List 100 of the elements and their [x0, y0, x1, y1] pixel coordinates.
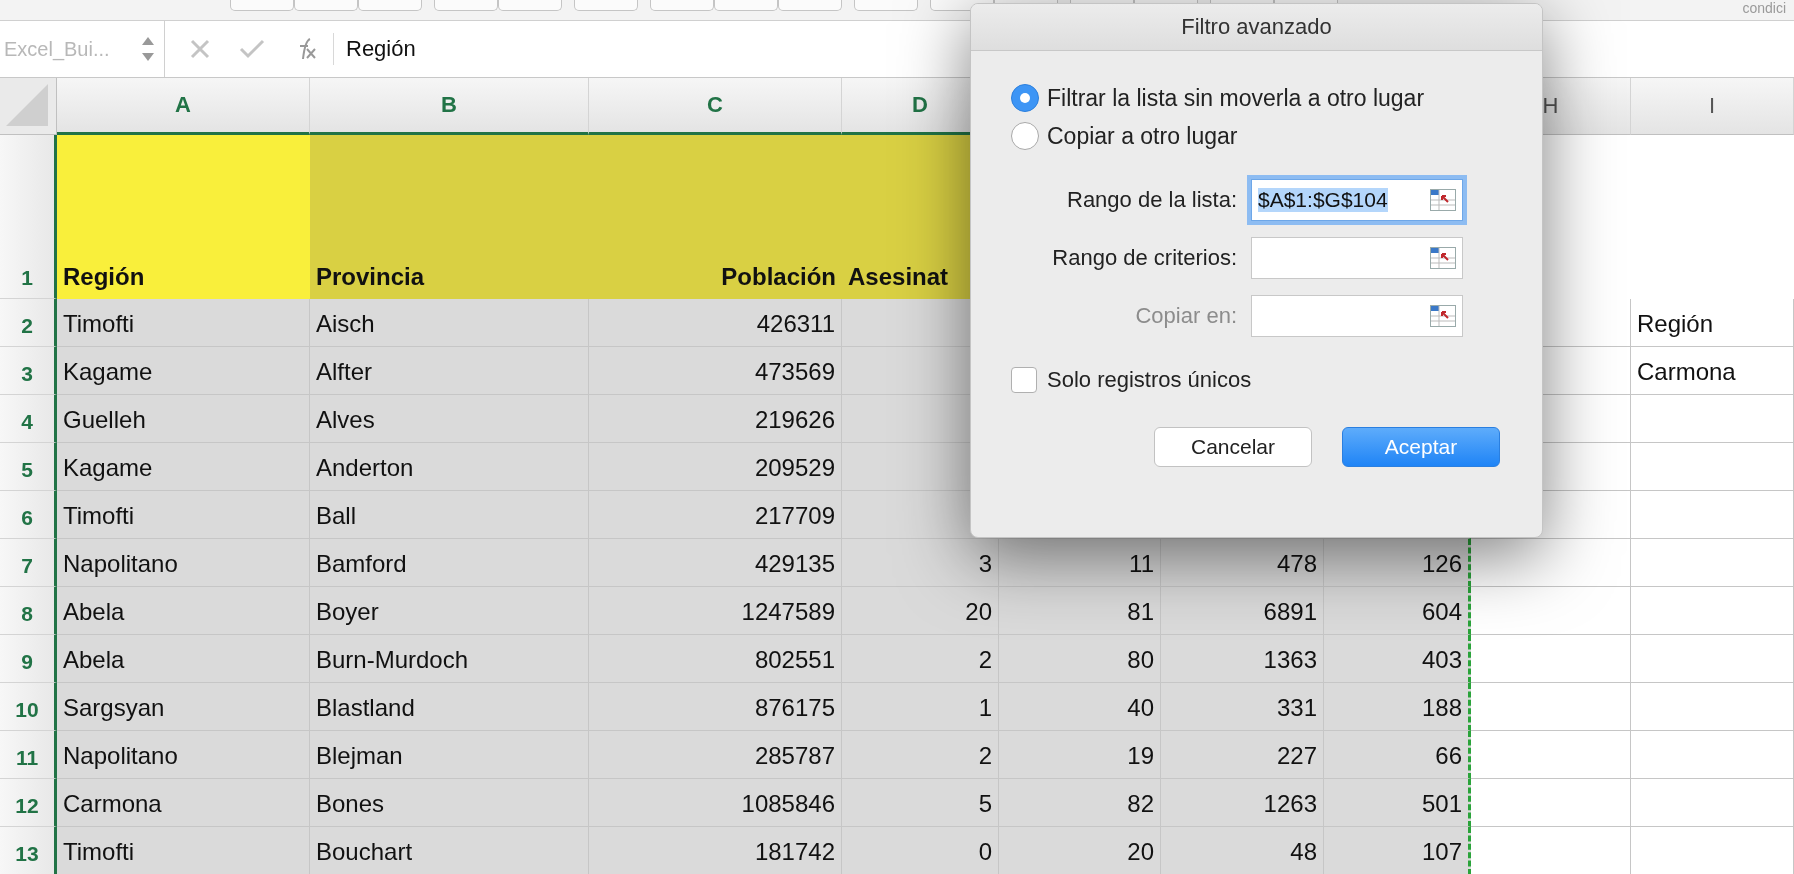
table-cell: Ball: [310, 491, 589, 539]
table-cell: 1085846: [589, 779, 842, 827]
table-cell: Kagame: [57, 347, 310, 395]
ribbon-button[interactable]: [294, 0, 358, 11]
row-header[interactable]: 2: [0, 299, 57, 347]
row-header[interactable]: 3: [0, 347, 57, 395]
radio-label[interactable]: Filtrar la lista sin moverla a otro lugar: [1047, 84, 1425, 112]
table-cell: Abela: [57, 587, 310, 635]
table-cell: Bamford: [310, 539, 589, 587]
radio-button[interactable]: [1011, 84, 1039, 112]
table-cell: 802551: [589, 635, 842, 683]
check-icon[interactable]: [239, 38, 265, 60]
ribbon-button[interactable]: [358, 0, 422, 11]
table-cell: 5: [842, 779, 999, 827]
checkbox[interactable]: [1011, 367, 1037, 393]
table-cell: Población: [589, 135, 842, 299]
table-cell: Provincia: [310, 135, 589, 299]
table-cell: 478: [1161, 539, 1324, 587]
ribbon-button[interactable]: [230, 0, 294, 11]
table-cell: 82: [999, 779, 1161, 827]
table-cell: Boyer: [310, 587, 589, 635]
table-cell: Región: [1631, 299, 1794, 347]
table-cell: Timofti: [57, 827, 310, 874]
table-cell: 107: [1324, 827, 1471, 874]
ribbon-button[interactable]: [498, 0, 562, 11]
radio-label[interactable]: Copiar a otro lugar: [1047, 122, 1238, 150]
cancel-icon[interactable]: [189, 38, 211, 60]
table-cell: Bouchart: [310, 827, 589, 874]
ribbon-button[interactable]: [778, 0, 842, 11]
table-cell: 188: [1324, 683, 1471, 731]
table-cell: 81: [999, 587, 1161, 635]
table-cell: Alves: [310, 395, 589, 443]
table-cell: 2: [842, 731, 999, 779]
ribbon-button[interactable]: [714, 0, 778, 11]
column-header[interactable]: B: [310, 78, 589, 135]
table-cell: 1247589: [589, 587, 842, 635]
table-cell: Blastland: [310, 683, 589, 731]
radio-button[interactable]: [1011, 122, 1039, 150]
checkbox-label[interactable]: Solo registros únicos: [1047, 367, 1252, 393]
ribbon-button[interactable]: [650, 0, 714, 11]
table-cell: 285787: [589, 731, 842, 779]
select-all-corner[interactable]: [0, 78, 57, 135]
table-cell: Guelleh: [57, 395, 310, 443]
table-cell: Timofti: [57, 299, 310, 347]
column-header[interactable]: I: [1631, 78, 1794, 135]
row-header[interactable]: 1: [0, 135, 57, 299]
row-header[interactable]: 9: [0, 635, 57, 683]
ribbon-label: condici: [1742, 0, 1786, 16]
table-cell: 6891: [1161, 587, 1324, 635]
row-header[interactable]: 12: [0, 779, 57, 827]
table-cell: Sargsyan: [57, 683, 310, 731]
ribbon-button[interactable]: [434, 0, 498, 11]
table-cell: 2: [842, 635, 999, 683]
table-cell: 11: [999, 539, 1161, 587]
row-header[interactable]: 11: [0, 731, 57, 779]
row-header[interactable]: 10: [0, 683, 57, 731]
table-cell: Timofti: [57, 491, 310, 539]
column-header[interactable]: A: [57, 78, 310, 135]
range-picker-icon[interactable]: [1430, 189, 1456, 211]
table-cell: Napolitano: [57, 539, 310, 587]
row-header[interactable]: 8: [0, 587, 57, 635]
table-cell: 20: [999, 827, 1161, 874]
row-header[interactable]: 6: [0, 491, 57, 539]
table-cell: Alfter: [310, 347, 589, 395]
accept-button[interactable]: Aceptar: [1342, 427, 1500, 467]
table-cell: 331: [1161, 683, 1324, 731]
table-cell: 604: [1324, 587, 1471, 635]
table-cell: 3: [842, 539, 999, 587]
ribbon-button[interactable]: [854, 0, 918, 11]
table-cell: 876175: [589, 683, 842, 731]
dialog-title: Filtro avanzado: [971, 4, 1542, 51]
table-cell: 1: [842, 683, 999, 731]
column-header[interactable]: C: [589, 78, 842, 135]
row-header[interactable]: 13: [0, 827, 57, 874]
input-field[interactable]: [1251, 237, 1463, 279]
table-cell: 80: [999, 635, 1161, 683]
formula-field[interactable]: Región: [334, 36, 416, 62]
table-cell: 66: [1324, 731, 1471, 779]
table-cell: Napolitano: [57, 731, 310, 779]
table-cell: 217709: [589, 491, 842, 539]
ribbon-button[interactable]: [574, 0, 638, 11]
row-header[interactable]: 7: [0, 539, 57, 587]
table-cell: 473569: [589, 347, 842, 395]
cancel-button[interactable]: Cancelar: [1154, 427, 1312, 467]
table-cell: 227: [1161, 731, 1324, 779]
table-cell: 19: [999, 731, 1161, 779]
row-header[interactable]: 4: [0, 395, 57, 443]
table-cell: Aisch: [310, 299, 589, 347]
table-cell: Región: [57, 135, 310, 299]
field-label: Copiar en:: [1134, 303, 1237, 329]
row-header[interactable]: 5: [0, 443, 57, 491]
table-cell: Burn-Murdoch: [310, 635, 589, 683]
table-cell: Carmona: [1631, 347, 1794, 395]
range-picker-icon[interactable]: [1430, 247, 1456, 269]
table-cell: 1263: [1161, 779, 1324, 827]
table-cell: 403: [1324, 635, 1471, 683]
table-cell: Blejman: [310, 731, 589, 779]
table-cell: Kagame: [57, 443, 310, 491]
table-cell: Carmona: [57, 779, 310, 827]
table-cell: 126: [1324, 539, 1471, 587]
